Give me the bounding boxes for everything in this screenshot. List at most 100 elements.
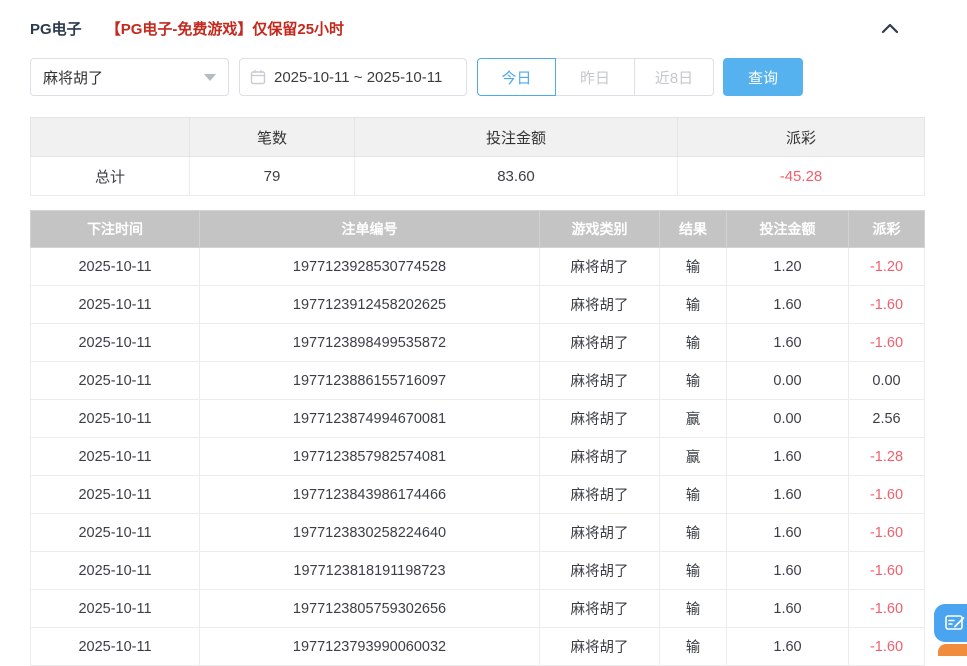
cell-bet-id: 1977123818191198723 [200, 552, 540, 590]
records-header-bet-id: 注单编号 [200, 211, 540, 248]
summary-total-label: 总计 [31, 157, 190, 196]
cell-bet-amount: 1.60 [727, 514, 849, 552]
cell-bet-id: 1977123830258224640 [200, 514, 540, 552]
cell-payout: 2.56 [849, 400, 925, 438]
cell-bet-time: 2025-10-11 [31, 286, 200, 324]
summary-payout-value: -45.28 [678, 157, 925, 196]
game-type-value: 麻将胡了 [43, 67, 204, 88]
records-header-bet-time: 下注时间 [31, 211, 200, 248]
pg-records-panel: PG电子 【PG电子-免费游戏】仅保留25小时 麻将胡了 2025-10-11 … [0, 0, 967, 666]
cell-game-type: 麻将胡了 [540, 476, 660, 514]
summary-header-payout: 派彩 [678, 118, 925, 157]
cell-payout: -1.60 [849, 324, 925, 362]
quick-filter-last8days[interactable]: 近8日 [635, 58, 714, 96]
cell-payout: -1.60 [849, 514, 925, 552]
summary-header-count: 笔数 [190, 118, 355, 157]
cell-bet-amount: 0.00 [727, 362, 849, 400]
summary-count-value: 79 [190, 157, 355, 196]
cell-bet-amount: 1.60 [727, 438, 849, 476]
table-row: 2025-10-11 1977123898499535872 麻将胡了 输 1.… [31, 324, 925, 362]
cell-bet-id: 1977123805759302656 [200, 590, 540, 628]
cell-game-type: 麻将胡了 [540, 438, 660, 476]
cell-payout: -1.20 [849, 248, 925, 286]
cell-game-type: 麻将胡了 [540, 400, 660, 438]
table-row: 2025-10-11 1977123843986174466 麻将胡了 输 1.… [31, 476, 925, 514]
table-row: 2025-10-11 1977123857982574081 麻将胡了 赢 1.… [31, 438, 925, 476]
cell-bet-time: 2025-10-11 [31, 514, 200, 552]
records-header-game-type: 游戏类别 [540, 211, 660, 248]
cell-result: 输 [660, 286, 727, 324]
table-row: 2025-10-11 1977123805759302656 麻将胡了 输 1.… [31, 590, 925, 628]
page-title: PG电子 [30, 18, 82, 39]
collapse-panel-button[interactable] [879, 20, 901, 36]
cell-payout: 0.00 [849, 362, 925, 400]
table-row: 2025-10-11 1977123912458202625 麻将胡了 输 1.… [31, 286, 925, 324]
cell-game-type: 麻将胡了 [540, 248, 660, 286]
summary-header-row: 笔数 投注金额 派彩 [31, 118, 925, 157]
cell-bet-id: 1977123857982574081 [200, 438, 540, 476]
cell-bet-time: 2025-10-11 [31, 400, 200, 438]
cell-game-type: 麻将胡了 [540, 362, 660, 400]
calendar-icon [250, 69, 266, 85]
date-range-input[interactable]: 2025-10-11 ~ 2025-10-11 [239, 58, 467, 96]
records-table: 下注时间 注单编号 游戏类别 结果 投注金额 派彩 2025-10-11 197… [30, 210, 925, 666]
summary-total-row: 总计 79 83.60 -45.28 [31, 157, 925, 196]
cell-result: 赢 [660, 400, 727, 438]
cell-bet-amount: 1.20 [727, 248, 849, 286]
cell-payout: -1.60 [849, 590, 925, 628]
table-row: 2025-10-11 1977123830258224640 麻将胡了 输 1.… [31, 514, 925, 552]
cell-game-type: 麻将胡了 [540, 590, 660, 628]
cell-result: 输 [660, 514, 727, 552]
cell-bet-amount: 0.00 [727, 400, 849, 438]
cell-result: 输 [660, 248, 727, 286]
cell-game-type: 麻将胡了 [540, 286, 660, 324]
panel-header: PG电子 【PG电子-免费游戏】仅保留25小时 [30, 14, 925, 42]
cell-result: 输 [660, 590, 727, 628]
filter-controls: 麻将胡了 2025-10-11 ~ 2025-10-11 今日 昨日 近8日 查… [30, 58, 925, 96]
quick-filter-yesterday[interactable]: 昨日 [556, 58, 635, 96]
table-row: 2025-10-11 1977123818191198723 麻将胡了 输 1.… [31, 552, 925, 590]
table-row: 2025-10-11 1977123928530774528 麻将胡了 输 1.… [31, 248, 925, 286]
cell-bet-amount: 1.60 [727, 286, 849, 324]
retention-notice: 【PG电子-免费游戏】仅保留25小时 [106, 18, 344, 39]
cell-bet-id: 1977123886155716097 [200, 362, 540, 400]
table-row: 2025-10-11 1977123886155716097 麻将胡了 输 0.… [31, 362, 925, 400]
records-header-result: 结果 [660, 211, 727, 248]
secondary-float-button[interactable] [938, 644, 967, 656]
cell-bet-amount: 1.60 [727, 324, 849, 362]
cell-bet-amount: 1.60 [727, 590, 849, 628]
chevron-down-icon [204, 74, 216, 81]
cell-bet-time: 2025-10-11 [31, 324, 200, 362]
records-header-row: 下注时间 注单编号 游戏类别 结果 投注金额 派彩 [31, 211, 925, 248]
records-header-payout: 派彩 [849, 211, 925, 248]
cell-game-type: 麻将胡了 [540, 324, 660, 362]
cell-bet-id: 1977123928530774528 [200, 248, 540, 286]
cell-bet-id: 1977123912458202625 [200, 286, 540, 324]
cell-result: 输 [660, 324, 727, 362]
quick-filter-group: 今日 昨日 近8日 [477, 58, 714, 96]
summary-header-empty [31, 118, 190, 157]
summary-bet-amount-value: 83.60 [355, 157, 678, 196]
cell-bet-time: 2025-10-11 [31, 362, 200, 400]
cell-payout: -1.60 [849, 476, 925, 514]
cell-game-type: 麻将胡了 [540, 552, 660, 590]
date-range-value: 2025-10-11 ~ 2025-10-11 [274, 69, 442, 86]
game-type-select[interactable]: 麻将胡了 [30, 58, 229, 96]
summary-header-bet-amount: 投注金额 [355, 118, 678, 157]
cell-game-type: 麻将胡了 [540, 514, 660, 552]
summary-table: 笔数 投注金额 派彩 总计 79 83.60 -45.28 [30, 117, 925, 196]
form-pen-icon [945, 614, 967, 632]
query-button[interactable]: 查询 [723, 58, 803, 96]
cell-bet-amount: 1.60 [727, 552, 849, 590]
cell-payout: -1.28 [849, 438, 925, 476]
feedback-float-button[interactable] [934, 604, 967, 642]
cell-bet-amount: 1.60 [727, 476, 849, 514]
table-row: 2025-10-11 1977123874994670081 麻将胡了 赢 0.… [31, 400, 925, 438]
cell-bet-id: 1977123843986174466 [200, 476, 540, 514]
cell-bet-time: 2025-10-11 [31, 248, 200, 286]
cell-payout: -1.60 [849, 286, 925, 324]
quick-filter-today[interactable]: 今日 [477, 58, 556, 96]
cell-bet-id: 1977123898499535872 [200, 324, 540, 362]
cell-bet-time: 2025-10-11 [31, 438, 200, 476]
records-header-bet-amount: 投注金额 [727, 211, 849, 248]
